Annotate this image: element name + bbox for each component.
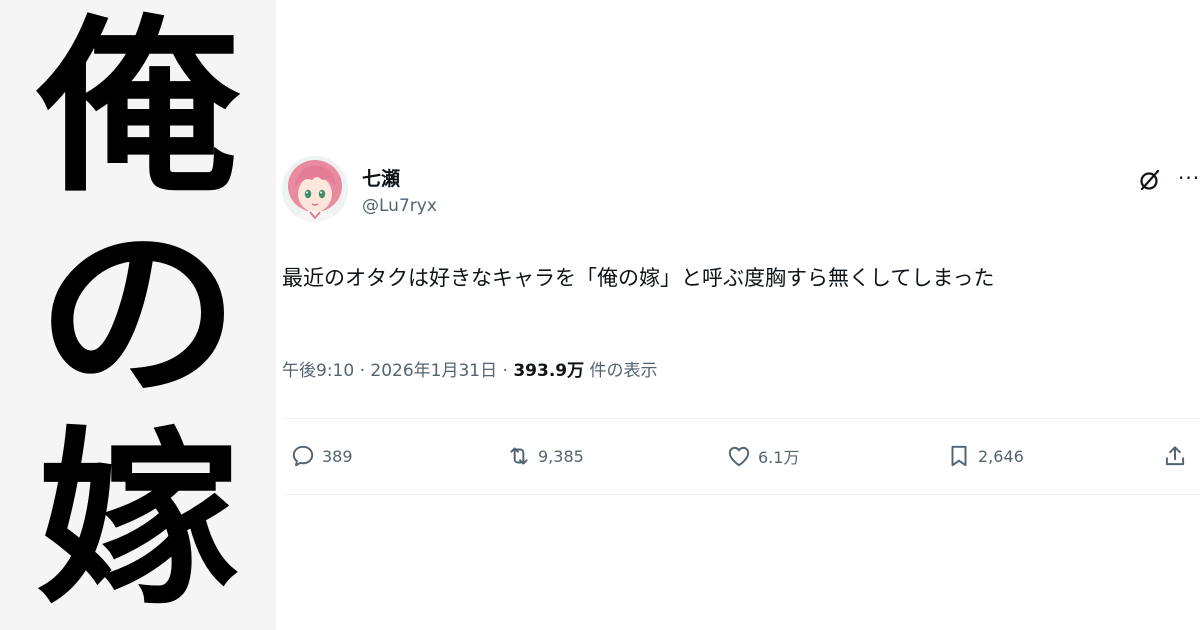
share-icon (1165, 446, 1185, 466)
views-label: 件の表示 (584, 361, 658, 381)
reply-count: 389 (322, 446, 353, 466)
heart-icon (728, 446, 750, 467)
calligraphy-panel: 俺 の 嫁 (0, 0, 276, 630)
tweet-actions: 389 9,385 6.1万 2,646 (282, 436, 1200, 476)
bookmark-button[interactable]: 2,646 (946, 436, 1024, 476)
avatar-image (282, 156, 348, 222)
bookmark-icon (951, 445, 967, 467)
bookmark-count: 2,646 (978, 446, 1024, 466)
author-display-name[interactable]: 七瀬 (362, 164, 400, 191)
calligraphy-char-no: の (36, 203, 240, 424)
reply-button[interactable]: 389 (290, 436, 353, 476)
tweet-meta: 午後9:10 · 2026年1月31日 · 393.9万 件の表示 (282, 356, 658, 381)
retweet-count: 9,385 (538, 446, 584, 466)
more-icon[interactable]: ··· (1178, 166, 1200, 190)
tweet-time[interactable]: 午後9:10 (282, 361, 354, 381)
tweet-date[interactable]: 2026年1月31日 (370, 361, 497, 381)
reply-icon (292, 445, 314, 467)
share-button[interactable] (1162, 436, 1194, 476)
calligraphy-char-ore: 俺 (36, 0, 240, 218)
divider-bottom (282, 494, 1200, 495)
like-count: 6.1万 (758, 448, 800, 467)
like-button[interactable]: 6.1万 (726, 436, 799, 476)
grok-icon-glyph (1140, 169, 1160, 191)
views-count[interactable]: 393.9万 (513, 361, 584, 381)
grok-icon[interactable] (1138, 168, 1162, 192)
tweet-text: 最近のオタクは好きなキャラを「俺の嫁」と呼ぶ度胸すら無くしてしまった (282, 266, 995, 290)
retweet-button[interactable]: 9,385 (506, 436, 584, 476)
meta-separator: · (354, 361, 371, 381)
divider-top (282, 418, 1200, 419)
calligraphy-char-yome: 嫁 (36, 409, 240, 630)
retweet-icon (510, 447, 528, 465)
tweet-header: 七瀬 @Lu7ryx ··· (282, 150, 1200, 230)
screenshot-stage: 俺 の 嫁 七瀬 @Lu7ryx ··· 最近のオタクは好きなキャラを「俺の嫁」… (0, 0, 1200, 630)
meta-separator-2: · (497, 361, 514, 381)
author-handle[interactable]: @Lu7ryx (362, 196, 437, 216)
tweet-card: 七瀬 @Lu7ryx ··· 最近のオタクは好きなキャラを「俺の嫁」と呼ぶ度胸す… (282, 150, 1200, 495)
avatar[interactable] (282, 156, 348, 222)
